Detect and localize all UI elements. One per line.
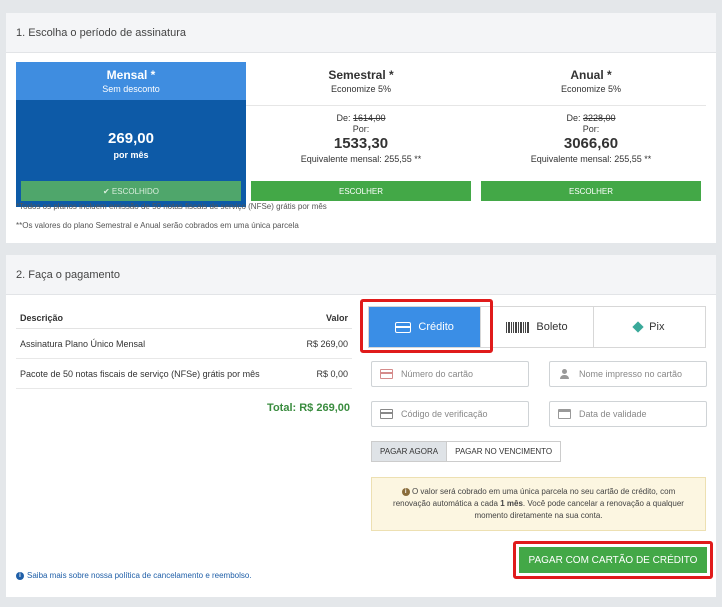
policy-link-text[interactable]: Saiba mais sobre nossa política de cance…: [27, 571, 252, 580]
plan-notes: *Todos os planos incluem emissão de 50 n…: [16, 197, 327, 235]
note-single-installment: **Os valores do plano Semestral e Anual …: [16, 221, 299, 230]
pix-icon: [632, 321, 644, 333]
section-title-period: 1. Escolha o período de assinatura: [6, 13, 716, 53]
tab-pix[interactable]: Pix: [593, 307, 705, 347]
plan-monthly-equivalent: Equivalente mensal: 255,55 **: [530, 154, 652, 164]
cvv-field[interactable]: [371, 401, 529, 427]
plan-por-label: Por:: [352, 124, 370, 134]
expiry-field[interactable]: [549, 401, 707, 427]
pay-button-highlight: [513, 541, 713, 579]
plan-monthly-equivalent: Equivalente mensal: 255,55 **: [300, 154, 422, 164]
order-total: Total: R$ 269,00: [267, 402, 350, 414]
plan-subtitle: Sem desconto: [102, 84, 160, 94]
plan-card-semestral[interactable]: Semestral * Economize 5% De: 1614,00 Por…: [246, 62, 476, 207]
payment-timing-toggle: PAGAR AGORA PAGAR NO VENCIMENTO: [371, 441, 562, 462]
pay-now-option[interactable]: PAGAR AGORA: [372, 442, 448, 461]
plan-price: 3066,60: [563, 135, 619, 152]
plan-por-label: Por:: [582, 124, 600, 134]
plan-header: Semestral * Economize 5%: [246, 68, 476, 106]
calendar-icon: [558, 409, 571, 419]
choose-anual-button[interactable]: ESCOLHER: [481, 181, 701, 201]
plan-header: Mensal * Sem desconto: [16, 62, 246, 100]
card-number-input[interactable]: [401, 369, 516, 379]
plan-original-price: De: 3228,00: [566, 113, 616, 123]
plan-name: Semestral *: [328, 68, 394, 82]
card-name-field[interactable]: [549, 361, 707, 387]
card-name-input[interactable]: [579, 369, 694, 379]
plan-price: 269,00: [108, 130, 154, 147]
credit-card-icon: [380, 369, 393, 379]
row-description: Pacote de 50 notas fiscais de serviço (N…: [20, 368, 260, 379]
table-row: Pacote de 50 notas fiscais de serviço (N…: [16, 359, 352, 389]
order-summary-table: Descrição Valor Assinatura Plano Único M…: [16, 307, 352, 414]
info-icon: i: [16, 571, 24, 580]
section-title-payment: 2. Faça o pagamento: [6, 255, 716, 295]
plan-name: Mensal *: [106, 68, 156, 82]
info-icon: i: [401, 487, 410, 496]
renewal-info-alert: i O valor será cobrado em uma única parc…: [371, 477, 706, 531]
row-value: R$ 0,00: [316, 368, 348, 379]
credit-card-icon: [380, 409, 393, 419]
row-description: Assinatura Plano Único Mensal: [20, 338, 146, 349]
plan-original-price: De: 1614,00: [336, 113, 386, 123]
pay-on-due-option[interactable]: PAGAR NO VENCIMENTO: [447, 442, 561, 461]
plan-period: por mês: [113, 150, 149, 160]
plan-name: Anual *: [570, 68, 612, 82]
table-row: Assinatura Plano Único Mensal R$ 269,00: [16, 329, 352, 359]
credit-tab-highlight: [360, 299, 493, 353]
plan-header: Anual * Economize 5%: [476, 68, 706, 106]
tab-boleto[interactable]: Boleto: [481, 307, 594, 347]
user-icon: [558, 369, 571, 379]
plan-subtitle: Economize 5%: [330, 84, 392, 94]
plan-card-anual[interactable]: Anual * Economize 5% De: 3228,00 Por: 30…: [476, 62, 706, 207]
row-value: R$ 269,00: [306, 338, 348, 349]
barcode-icon: [506, 321, 530, 333]
subscription-period-panel: 1. Escolha o período de assinatura Mensa…: [6, 13, 716, 243]
plan-price: 1533,30: [333, 135, 389, 152]
table-header: Descrição Valor: [16, 307, 352, 329]
column-header-description: Descrição: [20, 312, 64, 323]
tab-boleto-label: Boleto: [536, 321, 568, 333]
plan-subtitle: Economize 5%: [560, 84, 622, 94]
plan-options: Mensal * Sem desconto 269,00 por mês ✔ E…: [16, 62, 706, 207]
cancellation-policy-link[interactable]: i Saiba mais sobre nossa política de can…: [16, 571, 252, 580]
payment-panel: 2. Faça o pagamento Descrição Valor Assi…: [6, 255, 716, 597]
card-number-field[interactable]: [371, 361, 529, 387]
tab-pix-label: Pix: [649, 321, 665, 333]
column-header-value: Valor: [325, 312, 348, 323]
expiry-input[interactable]: [579, 409, 694, 419]
note-nfse: *Todos os planos incluem emissão de 50 n…: [16, 202, 327, 211]
cvv-input[interactable]: [401, 409, 516, 419]
plan-card-mensal[interactable]: Mensal * Sem desconto 269,00 por mês ✔ E…: [16, 62, 246, 207]
